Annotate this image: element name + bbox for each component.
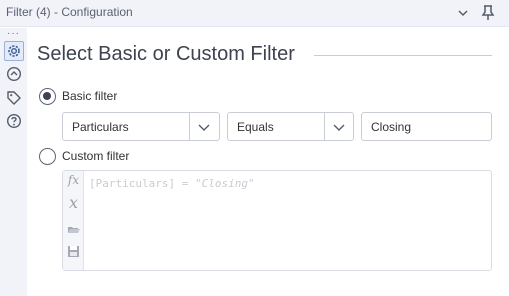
- operator-select-value: Equals: [237, 120, 274, 134]
- section-heading: Select Basic or Custom Filter: [37, 43, 295, 65]
- annotation-icon[interactable]: [6, 66, 22, 82]
- editor-toolbar: fx x: [63, 171, 84, 270]
- field-select[interactable]: Particulars: [62, 112, 220, 141]
- tag-icon[interactable]: [6, 90, 22, 106]
- field-select-value: Particulars: [72, 120, 129, 134]
- side-toolbar: ···: [0, 28, 27, 296]
- more-icon[interactable]: ···: [7, 29, 20, 39]
- gear-icon: [8, 45, 20, 57]
- pin-icon[interactable]: [480, 4, 496, 21]
- value-input-text: Closing: [371, 120, 412, 134]
- custom-filter-radio[interactable]: [39, 148, 56, 165]
- save-icon: [68, 246, 79, 257]
- window-titlebar: Filter (4) - Configuration: [0, 0, 509, 27]
- operator-select[interactable]: Equals: [227, 112, 354, 141]
- basic-filter-label: Basic filter: [62, 89, 118, 103]
- basic-filter-radio[interactable]: [39, 88, 56, 105]
- expression-value: "Closing": [194, 177, 255, 190]
- window-title: Filter (4) - Configuration: [6, 5, 133, 19]
- chevron-down-icon: [333, 124, 345, 131]
- custom-filter-label: Custom filter: [62, 149, 130, 163]
- value-input[interactable]: Closing: [361, 112, 492, 141]
- help-icon[interactable]: [6, 113, 22, 129]
- variable-icon: x: [68, 193, 79, 212]
- configuration-tab[interactable]: [4, 41, 24, 61]
- expression-operator: =: [175, 177, 195, 190]
- expression-text: [Particulars] = "Closing": [89, 177, 255, 190]
- heading-divider: [314, 55, 492, 56]
- function-icon: fx: [67, 173, 80, 187]
- chevron-down-icon: [198, 124, 210, 131]
- chevron-down-icon[interactable]: [456, 6, 470, 20]
- expression-field: [Particulars]: [89, 177, 176, 190]
- expression-editor: fx x [Particulars] = "Closing": [62, 170, 492, 271]
- folder-open-icon: [68, 227, 80, 233]
